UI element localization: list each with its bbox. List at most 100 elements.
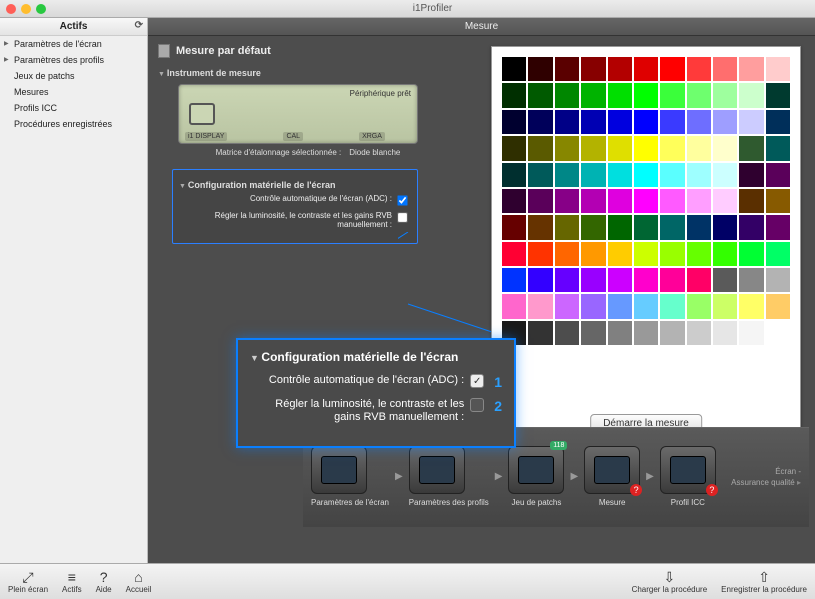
color-swatch [660, 321, 684, 345]
color-swatch [660, 136, 684, 160]
color-swatch [581, 294, 605, 318]
color-swatch [713, 57, 737, 81]
color-swatch [608, 321, 632, 345]
color-swatch [528, 110, 552, 134]
workflow-step-icon: ? [660, 446, 716, 494]
manual-label: Régler la luminosité, le contraste et le… [181, 211, 392, 229]
color-swatch [502, 242, 526, 266]
workflow-step-4[interactable]: ? Profil ICC [660, 446, 716, 507]
zoom-manual-checkbox[interactable] [470, 398, 484, 412]
sidebar-item-1[interactable]: Paramètres des profils [0, 52, 147, 68]
color-swatch [581, 215, 605, 239]
sidebar-item-0[interactable]: Paramètres de l'écran [0, 36, 147, 52]
color-swatch [766, 294, 790, 318]
color-swatch [739, 294, 763, 318]
color-swatch [739, 215, 763, 239]
minimize-icon[interactable] [21, 4, 31, 14]
close-icon[interactable] [6, 4, 16, 14]
color-swatch [687, 110, 711, 134]
fullscreen-button[interactable]: ⤢Plein écran [8, 570, 48, 594]
color-swatch [555, 215, 579, 239]
home-button[interactable]: ⌂Accueil [126, 570, 152, 594]
color-swatch [555, 321, 579, 345]
sidebar-header: Actifs ⟳ [0, 18, 147, 36]
color-swatch [739, 268, 763, 292]
color-swatch [634, 268, 658, 292]
zoom-adc-checkbox[interactable]: ✓ [470, 374, 484, 388]
color-swatch [766, 189, 790, 213]
workflow-step-3[interactable]: ?Mesure [584, 446, 640, 507]
section-instrument[interactable]: Instrument de mesure [158, 68, 458, 78]
load-procedure-button[interactable]: ⇩Charger la procédure [632, 570, 708, 594]
color-swatch [687, 136, 711, 160]
color-swatch [634, 57, 658, 81]
warning-icon: ? [630, 484, 642, 496]
color-swatch [713, 268, 737, 292]
tab-mesure[interactable]: Mesure [148, 18, 815, 36]
color-swatch [608, 83, 632, 107]
color-swatch [739, 110, 763, 134]
color-swatch [660, 294, 684, 318]
color-swatch [713, 189, 737, 213]
color-swatch [608, 268, 632, 292]
color-swatch [766, 215, 790, 239]
color-swatch [502, 215, 526, 239]
sidebar-item-4[interactable]: Profils ICC [0, 100, 147, 116]
color-swatch [502, 83, 526, 107]
workflow-step-label: Paramètres de l'écran [311, 498, 389, 507]
color-swatch [608, 110, 632, 134]
device-status-box: Périphérique prêt i1 DISPLAY CAL XRGA [178, 84, 418, 144]
refresh-icon[interactable]: ⟳ [135, 20, 143, 31]
color-swatch [581, 189, 605, 213]
zoom-icon[interactable] [36, 4, 46, 14]
assets-button[interactable]: ≡Actifs [62, 570, 82, 594]
section-config[interactable]: Configuration matérielle de l'écran [179, 180, 409, 190]
workflow-step-1[interactable]: Paramètres des profils [409, 446, 489, 507]
color-swatch [581, 242, 605, 266]
color-swatch [502, 189, 526, 213]
workflow-step-label: Paramètres des profils [409, 498, 489, 507]
zoom-manual-label: Régler la luminosité, le contraste et le… [250, 398, 470, 424]
color-swatch [634, 189, 658, 213]
color-swatch [502, 163, 526, 187]
color-swatch [581, 268, 605, 292]
page-title: Mesure par défaut [158, 44, 458, 58]
patch-count-badge: 118 [550, 441, 567, 450]
color-swatch [555, 57, 579, 81]
color-swatch [766, 110, 790, 134]
help-button[interactable]: ?Aide [96, 570, 112, 594]
sidebar-item-5[interactable]: Procédures enregistrées [0, 116, 147, 132]
color-swatch [555, 110, 579, 134]
workflow-step-0[interactable]: Paramètres de l'écran [311, 446, 389, 507]
color-swatch [608, 294, 632, 318]
color-swatch [502, 268, 526, 292]
color-swatch [766, 136, 790, 160]
color-swatch [555, 136, 579, 160]
color-swatch [660, 83, 684, 107]
workflow-step-icon: 118 [508, 446, 564, 494]
color-swatch [660, 242, 684, 266]
color-swatch [634, 136, 658, 160]
sidebar-item-2[interactable]: Jeux de patchs [0, 68, 147, 84]
color-swatch [660, 268, 684, 292]
manual-checkbox[interactable] [397, 212, 407, 222]
color-swatch [608, 163, 632, 187]
color-swatch [739, 189, 763, 213]
color-swatch [739, 57, 763, 81]
patch-preview-panel: Démarre la mesure [491, 46, 801, 446]
workflow-step-2[interactable]: 118Jeu de patchs [508, 446, 564, 507]
workflow-tail[interactable]: Écran -Assurance qualité ▸ [731, 466, 801, 488]
color-swatch [739, 136, 763, 160]
color-swatch [634, 242, 658, 266]
sidebar-item-3[interactable]: Mesures [0, 84, 147, 100]
color-swatch [634, 215, 658, 239]
callout-number-1: 1 [494, 374, 502, 390]
workflow-step-icon [311, 446, 367, 494]
workflow-step-label: Profil ICC [660, 498, 716, 507]
color-swatch [660, 110, 684, 134]
color-swatch [739, 83, 763, 107]
color-swatch [555, 242, 579, 266]
color-swatch [608, 136, 632, 160]
save-procedure-button[interactable]: ⇧Enregistrer la procédure [721, 570, 807, 594]
adc-checkbox[interactable] [397, 195, 407, 205]
